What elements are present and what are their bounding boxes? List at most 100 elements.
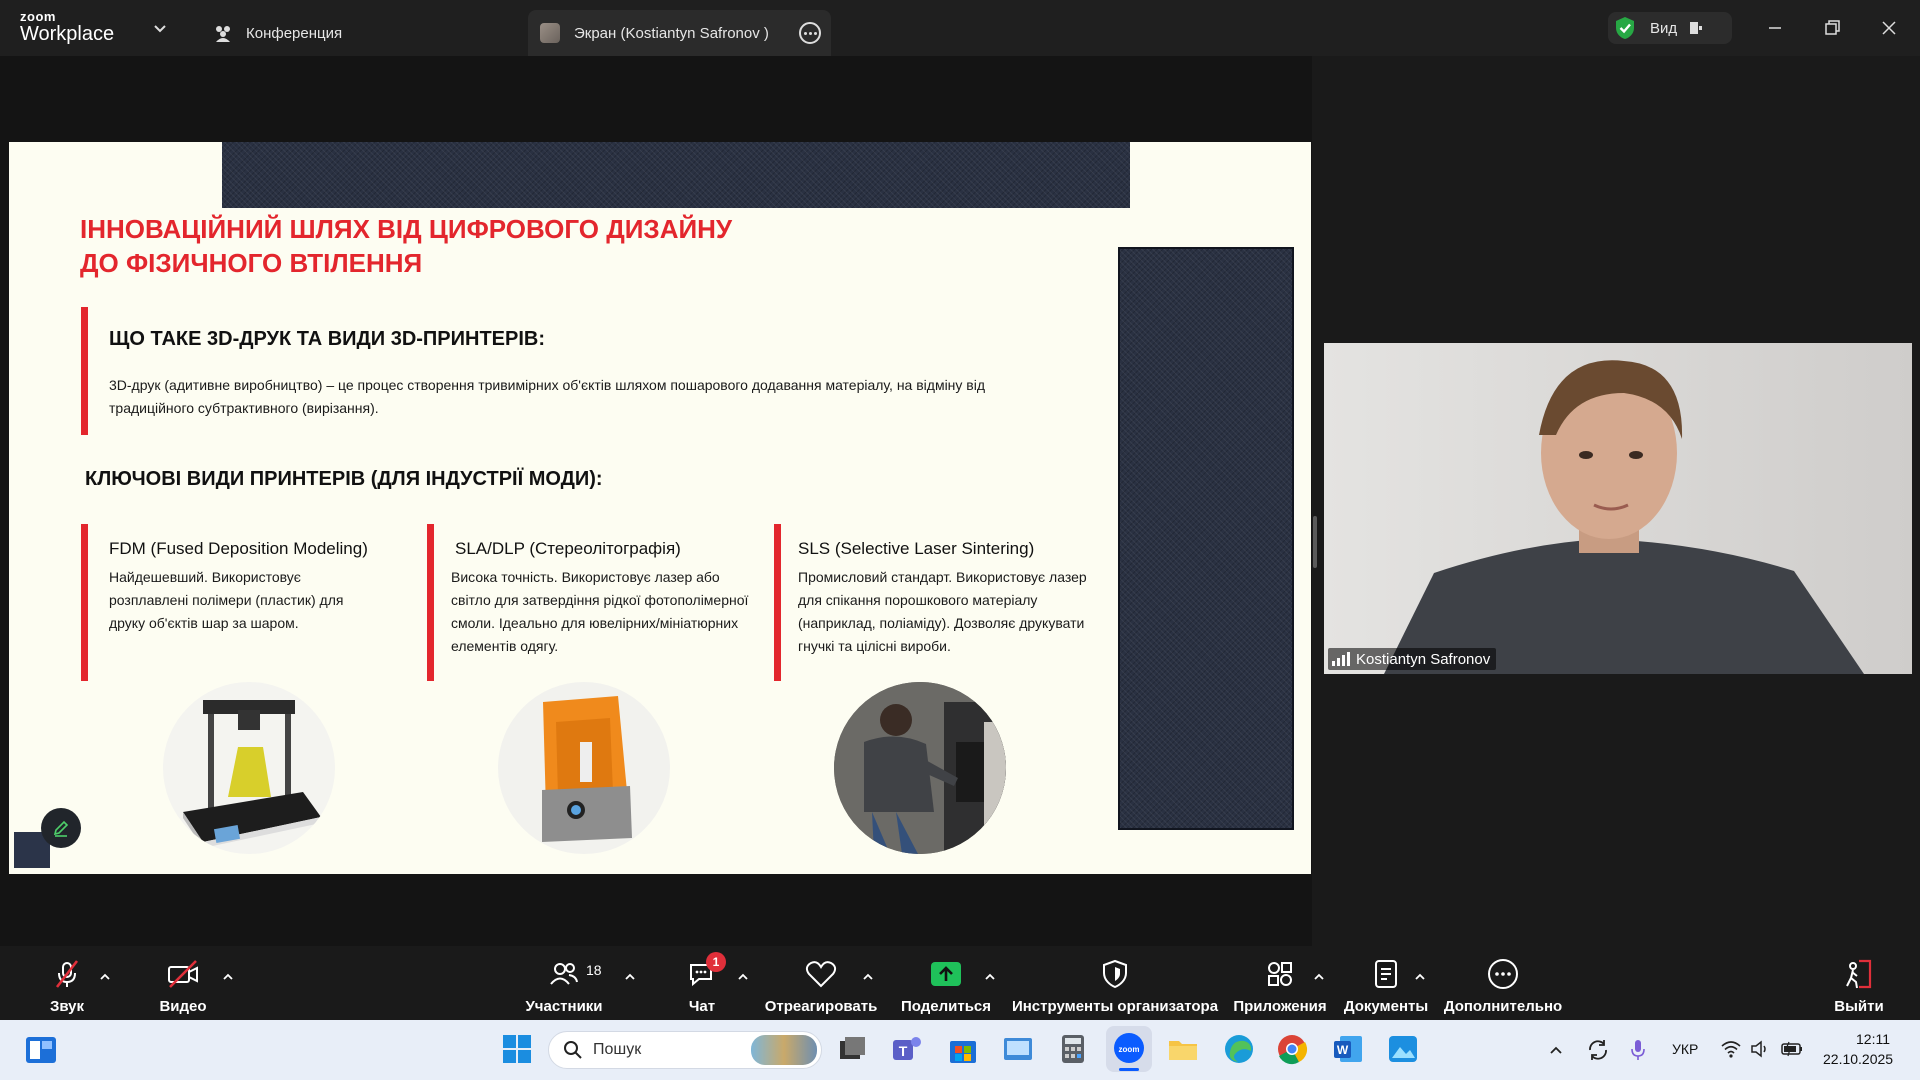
participants-count: 18 <box>586 962 602 978</box>
tab-screen[interactable]: Экран (Kostiantyn Safronov ) <box>528 10 831 56</box>
col1-title: FDM (Fused Deposition Modeling) <box>109 539 368 558</box>
control-panel-icon[interactable] <box>1001 1032 1035 1066</box>
pencil-icon <box>53 820 69 837</box>
col3-accent-bar <box>774 524 781 681</box>
slide-title: ІННОВАЦІЙНИЙ ШЛЯХ ВІД ЦИФРОВОГО ДИЗАЙНУ … <box>80 212 880 280</box>
participant-video-feed <box>1324 343 1912 674</box>
share-options-caret-icon[interactable] <box>983 970 997 984</box>
apps-label: Приложения <box>1233 998 1327 1015</box>
title-bar: zoom Workplace Конференция Экран (Kostia… <box>0 0 1920 56</box>
view-label: Вид <box>1650 19 1678 37</box>
view-button[interactable]: Вид <box>1608 12 1732 44</box>
more-icon <box>1488 959 1518 989</box>
close-icon[interactable] <box>1875 14 1903 42</box>
panel-resize-handle[interactable] <box>1313 516 1317 568</box>
section2-heading: КЛЮЧОВІ ВИДИ ПРИНТЕРІВ (ДЛЯ ІНДУСТРІЇ МО… <box>85 468 603 490</box>
svg-text:zoom: zoom <box>1119 1045 1140 1054</box>
chat-options-caret-icon[interactable] <box>736 970 750 984</box>
svg-text:W: W <box>1337 1043 1349 1057</box>
slide-top-band <box>222 142 1130 208</box>
widgets-icon[interactable] <box>24 1033 58 1067</box>
col3-text: Промисловий стандарт. Використовує лазер… <box>798 569 1087 654</box>
svg-text:T: T <box>899 1043 908 1059</box>
participant-video-tile[interactable]: Kostiantyn Safronov <box>1324 343 1912 674</box>
keyboard-language[interactable]: УКР <box>1672 1041 1698 1057</box>
more-label: Дополнительно <box>1443 998 1563 1015</box>
slide-title-line1: ІННОВАЦІЙНИЙ ШЛЯХ ВІД ЦИФРОВОГО ДИЗАЙНУ <box>80 214 733 244</box>
sync-icon[interactable] <box>1585 1038 1611 1062</box>
participants-icon <box>550 963 578 985</box>
participant-name: Kostiantyn Safronov <box>1356 650 1491 668</box>
video-options-caret-icon[interactable] <box>221 970 235 984</box>
taskbar-search-box[interactable]: Пошук <box>548 1031 822 1069</box>
signal-strength-icon <box>1332 652 1350 666</box>
react-label: Отреагировать <box>764 998 878 1015</box>
participant-name-label: Kostiantyn Safronov <box>1328 648 1497 670</box>
share-label: Поделиться <box>900 998 992 1015</box>
tray-microphone-icon[interactable] <box>1628 1038 1648 1062</box>
leave-label: Выйти <box>1834 998 1884 1015</box>
leave-exit-icon <box>1846 959 1872 989</box>
tab-conference-label: Конференция <box>246 24 343 42</box>
apps-options-caret-icon[interactable] <box>1312 970 1326 984</box>
chat-button[interactable]: 1 Чат <box>678 946 726 1020</box>
sls-printer-image <box>834 682 1006 854</box>
volume-icon[interactable] <box>1750 1039 1770 1059</box>
clock-time[interactable]: 12:11 <box>1856 1031 1890 1047</box>
chrome-browser-icon[interactable] <box>1275 1032 1309 1066</box>
participants-button[interactable]: Участники <box>516 946 612 1020</box>
zoom-taskbar-button[interactable]: zoom <box>1106 1026 1152 1072</box>
share-screen-icon <box>931 962 961 986</box>
restore-icon[interactable] <box>1818 14 1846 42</box>
more-options-icon[interactable] <box>799 22 821 44</box>
host-tools-button[interactable]: Инструменты организатора <box>1012 946 1218 1020</box>
minimize-icon[interactable] <box>1761 14 1789 42</box>
annotate-pencil-button[interactable] <box>41 808 81 848</box>
zoom-workplace-logo[interactable]: zoom Workplace <box>20 10 114 44</box>
search-placeholder: Пошук <box>593 1041 642 1058</box>
audio-button[interactable]: Звук <box>42 946 92 1020</box>
teams-icon[interactable]: T <box>890 1032 924 1066</box>
chevron-down-icon[interactable] <box>152 20 168 36</box>
microsoft-store-icon[interactable] <box>946 1032 980 1066</box>
windows-taskbar: Пошук T zoom W УКР 12:11 22.10.2025 <box>0 1020 1920 1080</box>
participants-options-caret-icon[interactable] <box>623 970 637 984</box>
search-highlight-image <box>751 1035 817 1065</box>
col1-accent-bar <box>81 524 88 681</box>
audio-options-caret-icon[interactable] <box>98 970 112 984</box>
zoom-app-icon: zoom <box>1114 1033 1144 1071</box>
fdm-printer-image <box>163 682 335 854</box>
search-icon <box>564 1041 582 1059</box>
edge-browser-icon[interactable] <box>1222 1032 1256 1066</box>
camera-off-icon <box>168 960 198 988</box>
react-button[interactable]: Отреагировать <box>764 946 878 1020</box>
react-options-caret-icon[interactable] <box>861 970 875 984</box>
calculator-icon[interactable] <box>1056 1032 1090 1066</box>
task-view-icon[interactable] <box>835 1032 869 1066</box>
section1-heading: ЩО ТАКЕ 3D-ДРУК ТА ВИДИ 3D-ПРИНТЕРІВ: <box>109 328 546 350</box>
meeting-toolbar: Звук Видео Участники 18 1 Чат Отреагиров… <box>0 946 1920 1020</box>
windows-start-icon[interactable] <box>500 1032 534 1066</box>
col1-text: Найдешевший. Використовує розплавлені по… <box>109 569 344 631</box>
share-button[interactable]: Поделиться <box>900 946 992 1020</box>
document-icon <box>1375 960 1397 988</box>
tab-conference[interactable]: Конференция <box>212 10 342 56</box>
video-button[interactable]: Видео <box>158 946 208 1020</box>
participants-group-icon <box>216 26 230 42</box>
apps-icon <box>1268 962 1292 986</box>
file-explorer-icon[interactable] <box>1166 1032 1200 1066</box>
sla-printer-image <box>498 682 670 854</box>
battery-icon[interactable] <box>1780 1039 1804 1059</box>
leave-button[interactable]: Выйти <box>1834 946 1884 1020</box>
docs-label: Документы <box>1343 998 1429 1015</box>
chat-unread-badge: 1 <box>706 952 726 972</box>
docs-options-caret-icon[interactable] <box>1413 970 1427 984</box>
clock-date[interactable]: 22.10.2025 <box>1823 1051 1893 1067</box>
audio-label: Звук <box>49 998 85 1015</box>
tray-expand-chevron-icon[interactable] <box>1548 1042 1564 1058</box>
word-icon[interactable]: W <box>1331 1032 1365 1066</box>
more-button[interactable]: Дополнительно <box>1443 946 1563 1020</box>
col2-title: SLA/DLP (Стереолітографія) <box>455 539 681 558</box>
photos-icon[interactable] <box>1386 1032 1420 1066</box>
wifi-icon[interactable] <box>1720 1039 1742 1059</box>
